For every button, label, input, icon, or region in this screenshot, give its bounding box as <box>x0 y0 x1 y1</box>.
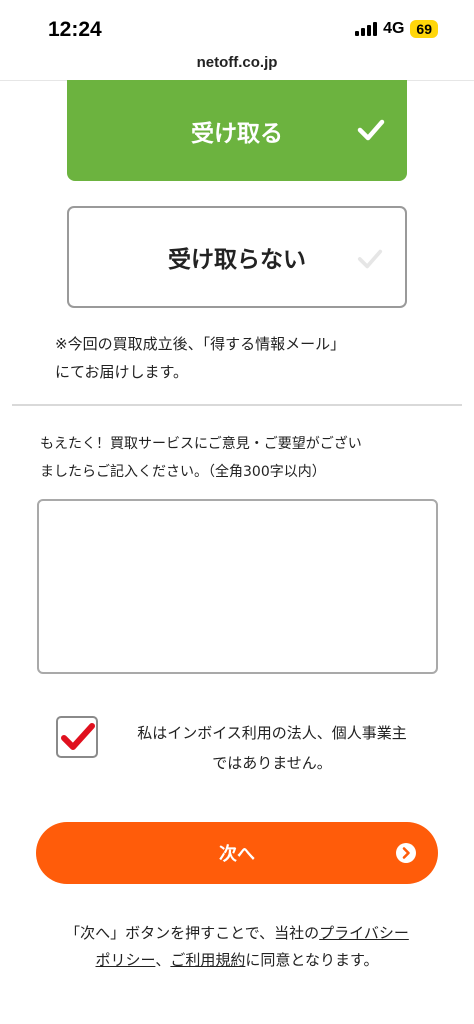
mail-note-line: にてお届けします。 <box>55 363 189 381</box>
checkmark-icon <box>61 723 95 750</box>
comment-textarea[interactable] <box>37 499 438 674</box>
consent-suffix: に同意となります。 <box>245 951 379 969</box>
invoice-label-line: ではありません。 <box>212 754 332 772</box>
battery-icon: 69 <box>410 20 438 38</box>
privacy-policy-link[interactable]: プライバシー <box>319 924 409 942</box>
status-indicators: 4G 69 <box>355 20 438 38</box>
consent-text: 「次へ」ボタンを押すことで、当社のプライバシー ポリシー、ご利用規約に同意となり… <box>30 920 444 974</box>
invoice-label: 私はインボイス利用の法人、個人事業主 ではありません。 <box>112 718 432 778</box>
url-bar[interactable]: netoff.co.jp <box>0 54 474 80</box>
consent-separator: 、 <box>155 951 171 969</box>
decline-button[interactable]: 受け取らない <box>67 206 407 308</box>
next-button[interactable]: 次へ <box>36 822 438 884</box>
mail-note: ※今回の買取成立後、「得する情報メール」 にてお届けします。 <box>55 330 425 386</box>
comment-label-line: もえたく！買取サービスにご意見・ご要望がござい <box>40 436 362 452</box>
consent-prefix: 「次へ」ボタンを押すことで、当社の <box>65 924 320 942</box>
status-time: 12:24 <box>48 18 102 41</box>
terms-link[interactable]: ご利用規約 <box>170 951 245 969</box>
signal-icon <box>355 22 378 36</box>
privacy-policy-link[interactable]: ポリシー <box>96 951 156 969</box>
mail-note-line: ※今回の買取成立後、「得する情報メール」 <box>55 335 346 353</box>
receive-button[interactable]: 受け取る <box>67 80 407 181</box>
check-icon <box>357 119 385 141</box>
chevron-right-circle-icon <box>396 843 416 863</box>
section-divider <box>12 404 462 406</box>
next-button-label: 次へ <box>219 844 255 865</box>
status-bar: 12:24 4G 69 <box>0 0 474 54</box>
decline-button-label: 受け取らない <box>168 247 306 273</box>
network-type: 4G <box>383 20 405 37</box>
comment-label-line: ましたらご記入ください。（全角300字以内） <box>40 464 326 480</box>
receive-button-label: 受け取る <box>191 120 283 147</box>
invoice-label-line: 私はインボイス利用の法人、個人事業主 <box>137 724 407 742</box>
invoice-checkbox[interactable] <box>56 716 98 758</box>
check-icon <box>357 249 383 269</box>
comment-label: もえたく！買取サービスにご意見・ご要望がござい ましたらご記入ください。（全角3… <box>40 430 440 486</box>
